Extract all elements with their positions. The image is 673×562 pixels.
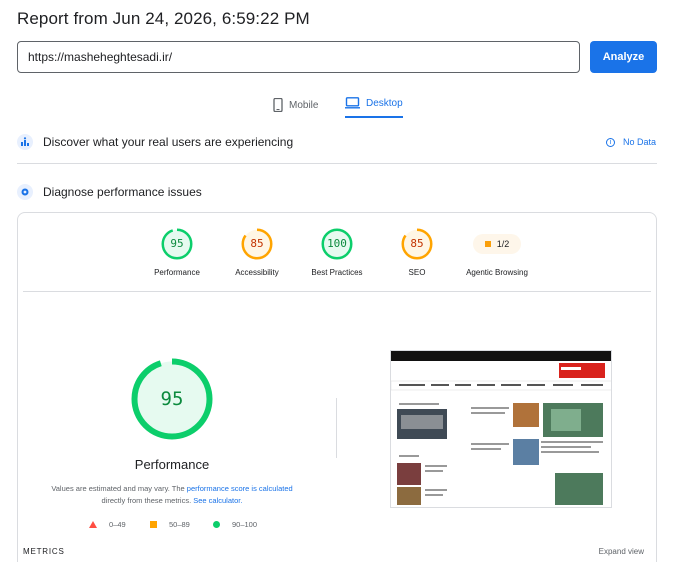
- section-divider: [17, 163, 657, 164]
- final-screenshot-thumbnail: [390, 350, 612, 508]
- legend-range: 90–100: [232, 520, 258, 529]
- performance-big-score: 95: [160, 388, 184, 410]
- fail-triangle-icon: [89, 521, 97, 528]
- gauge-seo[interactable]: 85 SEO: [377, 228, 457, 277]
- average-square-icon: [150, 521, 157, 528]
- legend-range: 0–49: [109, 520, 126, 529]
- legend-pass: 90–100: [213, 520, 257, 529]
- note-text: Values are estimated and may vary. The: [51, 484, 187, 493]
- gauge-score: 100: [327, 237, 347, 250]
- performance-note: Values are estimated and may vary. The p…: [40, 483, 304, 507]
- gauge-label: Performance: [154, 268, 200, 277]
- agentic-score: 1/2: [496, 239, 510, 249]
- legend-fail: 0–49: [89, 520, 126, 529]
- expand-view-button[interactable]: Expand view: [599, 547, 644, 556]
- score-calculated-link[interactable]: performance score is calculated: [187, 484, 293, 493]
- legend-average: 50–89: [150, 520, 190, 529]
- mobile-icon: [273, 98, 283, 112]
- users-icon: [17, 134, 33, 150]
- field-data-section: Discover what your real users are experi…: [17, 134, 657, 150]
- url-input[interactable]: https://masheheghtesadi.ir/: [17, 41, 580, 73]
- gauge-best-practices[interactable]: 100 Best Practices: [297, 228, 377, 277]
- gauge-score: 85: [410, 237, 424, 250]
- tab-desktop-label: Desktop: [366, 97, 403, 109]
- metrics-heading: METRICS: [23, 547, 65, 556]
- average-square-icon: [484, 241, 491, 247]
- gauge-score: 85: [250, 237, 264, 250]
- gauge-score: 95: [170, 237, 184, 250]
- diagnose-section: Diagnose performance issues: [17, 184, 657, 200]
- desktop-icon: [345, 97, 360, 109]
- info-icon: i: [605, 137, 615, 147]
- gauge-label: Accessibility: [235, 268, 279, 277]
- field-data-heading: Discover what your real users are experi…: [43, 135, 294, 149]
- note-text: directly from these metrics.: [101, 496, 194, 505]
- legend-range: 50–89: [169, 520, 190, 529]
- pass-circle-icon: [213, 521, 220, 528]
- no-data-label: No Data: [622, 137, 656, 147]
- diagnose-heading: Diagnose performance issues: [43, 185, 202, 199]
- diagnose-icon: [17, 184, 33, 200]
- agentic-badge: 1/2: [473, 234, 521, 254]
- report-title: Report from Jun 24, 2026, 6:59:22 PM: [17, 9, 310, 28]
- gauge-accessibility[interactable]: 85 Accessibility: [217, 228, 297, 277]
- gauge-agentic-browsing[interactable]: 1/2 Agentic Browsing: [457, 228, 537, 277]
- calculator-link[interactable]: See calculator.: [193, 496, 242, 505]
- gauge-label: SEO: [408, 268, 426, 277]
- gauge-label: Best Practices: [311, 268, 363, 277]
- tab-mobile-label: Mobile: [289, 99, 319, 111]
- gauges-divider: [23, 291, 651, 292]
- tab-mobile[interactable]: Mobile: [273, 92, 318, 118]
- no-data-link[interactable]: i No Data: [605, 137, 656, 147]
- gauge-performance[interactable]: 95 Performance: [137, 228, 217, 277]
- performance-big-label: Performance: [134, 457, 210, 472]
- analyze-button[interactable]: Analyze: [590, 41, 657, 73]
- gauge-label: Agentic Browsing: [466, 268, 528, 277]
- vertical-divider: [336, 398, 337, 458]
- tab-desktop[interactable]: Desktop: [345, 92, 403, 118]
